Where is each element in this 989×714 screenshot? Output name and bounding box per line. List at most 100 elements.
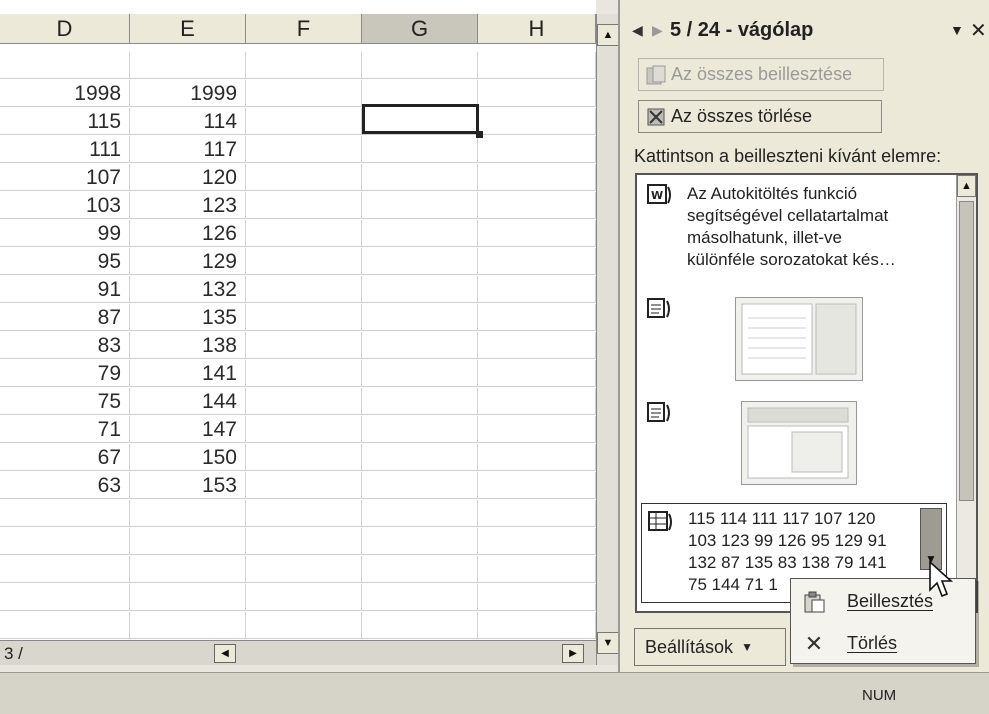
column-header-f[interactable]: F — [246, 14, 362, 44]
forward-arrow-icon[interactable]: ▶ — [652, 22, 663, 39]
cell[interactable]: 114 — [130, 108, 246, 135]
cell[interactable] — [478, 556, 596, 583]
cell[interactable] — [362, 80, 478, 107]
cell[interactable] — [246, 136, 362, 163]
cell[interactable] — [478, 528, 596, 555]
cell[interactable] — [246, 612, 362, 639]
cell[interactable] — [130, 528, 246, 555]
close-icon[interactable]: ✕ — [970, 18, 987, 43]
cell[interactable] — [362, 192, 478, 219]
cell[interactable]: 87 — [0, 304, 130, 331]
cell[interactable] — [130, 612, 246, 639]
cell[interactable]: 107 — [0, 164, 130, 191]
cell[interactable] — [478, 192, 596, 219]
cell[interactable]: 63 — [0, 472, 130, 499]
cell[interactable] — [478, 304, 596, 331]
cell[interactable] — [246, 332, 362, 359]
cell[interactable] — [246, 360, 362, 387]
cell[interactable] — [362, 332, 478, 359]
cell[interactable]: 99 — [0, 220, 130, 247]
cell[interactable] — [0, 556, 130, 583]
cell[interactable] — [362, 528, 478, 555]
cell[interactable]: 150 — [130, 444, 246, 471]
clip-list-scroll-thumb[interactable] — [959, 201, 974, 501]
cell[interactable] — [246, 416, 362, 443]
cell[interactable]: 115 — [0, 108, 130, 135]
cell[interactable] — [478, 52, 596, 79]
cell[interactable]: 153 — [130, 472, 246, 499]
menu-item-delete[interactable]: ✕ Törlés — [791, 623, 975, 663]
cell[interactable] — [0, 528, 130, 555]
cell[interactable] — [478, 276, 596, 303]
cell[interactable] — [246, 584, 362, 611]
cell[interactable] — [362, 276, 478, 303]
cell[interactable] — [362, 500, 478, 527]
cell[interactable]: 103 — [0, 192, 130, 219]
cell[interactable]: 141 — [130, 360, 246, 387]
clear-all-button[interactable]: Az összes törlése — [638, 100, 882, 133]
cell[interactable] — [246, 80, 362, 107]
clipboard-item-image[interactable] — [647, 397, 947, 495]
pane-menu-dropdown-icon[interactable]: ▼ — [950, 22, 964, 38]
cell[interactable] — [0, 52, 130, 79]
scroll-up-button[interactable]: ▲ — [597, 24, 619, 46]
cell[interactable] — [130, 556, 246, 583]
cell[interactable]: 83 — [0, 332, 130, 359]
column-header-d[interactable]: D — [0, 14, 130, 44]
cell[interactable] — [246, 192, 362, 219]
cell[interactable]: 1999 — [130, 80, 246, 107]
column-header-g[interactable]: G — [362, 14, 478, 44]
cell[interactable] — [478, 584, 596, 611]
spreadsheet-grid[interactable]: D E F G H 1998 1999 115 114 111 117 107 120 103 1… — [0, 0, 596, 665]
cell[interactable] — [362, 136, 478, 163]
cell[interactable] — [130, 584, 246, 611]
cell[interactable]: 75 — [0, 388, 130, 415]
cell[interactable]: 111 — [0, 136, 130, 163]
paste-all-button[interactable]: Az összes beillesztése — [638, 58, 884, 91]
cell[interactable]: 144 — [130, 388, 246, 415]
cell[interactable]: 129 — [130, 248, 246, 275]
sheet-vertical-scrollbar[interactable]: ▲ ▼ — [596, 14, 619, 665]
cell[interactable] — [362, 304, 478, 331]
cell[interactable] — [362, 556, 478, 583]
column-header-e[interactable]: E — [130, 14, 246, 44]
cell[interactable] — [246, 276, 362, 303]
cell[interactable] — [362, 360, 478, 387]
cell[interactable] — [362, 52, 478, 79]
cell[interactable]: 95 — [0, 248, 130, 275]
cell[interactable] — [246, 500, 362, 527]
cell[interactable] — [246, 304, 362, 331]
cell[interactable] — [246, 528, 362, 555]
cell[interactable]: 135 — [130, 304, 246, 331]
cell[interactable] — [0, 500, 130, 527]
cell[interactable]: 126 — [130, 220, 246, 247]
cell[interactable] — [478, 388, 596, 415]
cell[interactable]: 117 — [130, 136, 246, 163]
cell[interactable] — [478, 248, 596, 275]
cell[interactable] — [362, 444, 478, 471]
cell[interactable] — [478, 108, 596, 135]
cell[interactable] — [362, 612, 478, 639]
cell[interactable] — [246, 52, 362, 79]
column-header-h[interactable]: H — [478, 14, 596, 44]
cell[interactable] — [362, 248, 478, 275]
clip-list-scroll-up[interactable]: ▲ — [957, 175, 976, 197]
cell[interactable]: 123 — [130, 192, 246, 219]
cell[interactable] — [362, 584, 478, 611]
cell[interactable] — [362, 416, 478, 443]
cell[interactable] — [478, 360, 596, 387]
cell[interactable] — [478, 416, 596, 443]
cell[interactable] — [0, 584, 130, 611]
cell[interactable] — [478, 136, 596, 163]
scroll-right-button[interactable]: ▶ — [562, 644, 584, 663]
cell[interactable]: 138 — [130, 332, 246, 359]
options-button[interactable]: Beállítások ▼ — [634, 628, 786, 666]
cell[interactable] — [478, 332, 596, 359]
active-cell-g[interactable] — [362, 104, 479, 134]
cell[interactable]: 79 — [0, 360, 130, 387]
cell[interactable] — [246, 248, 362, 275]
cell[interactable] — [478, 444, 596, 471]
cell[interactable] — [362, 388, 478, 415]
back-arrow-icon[interactable]: ◀ — [632, 22, 643, 39]
cell[interactable] — [478, 80, 596, 107]
